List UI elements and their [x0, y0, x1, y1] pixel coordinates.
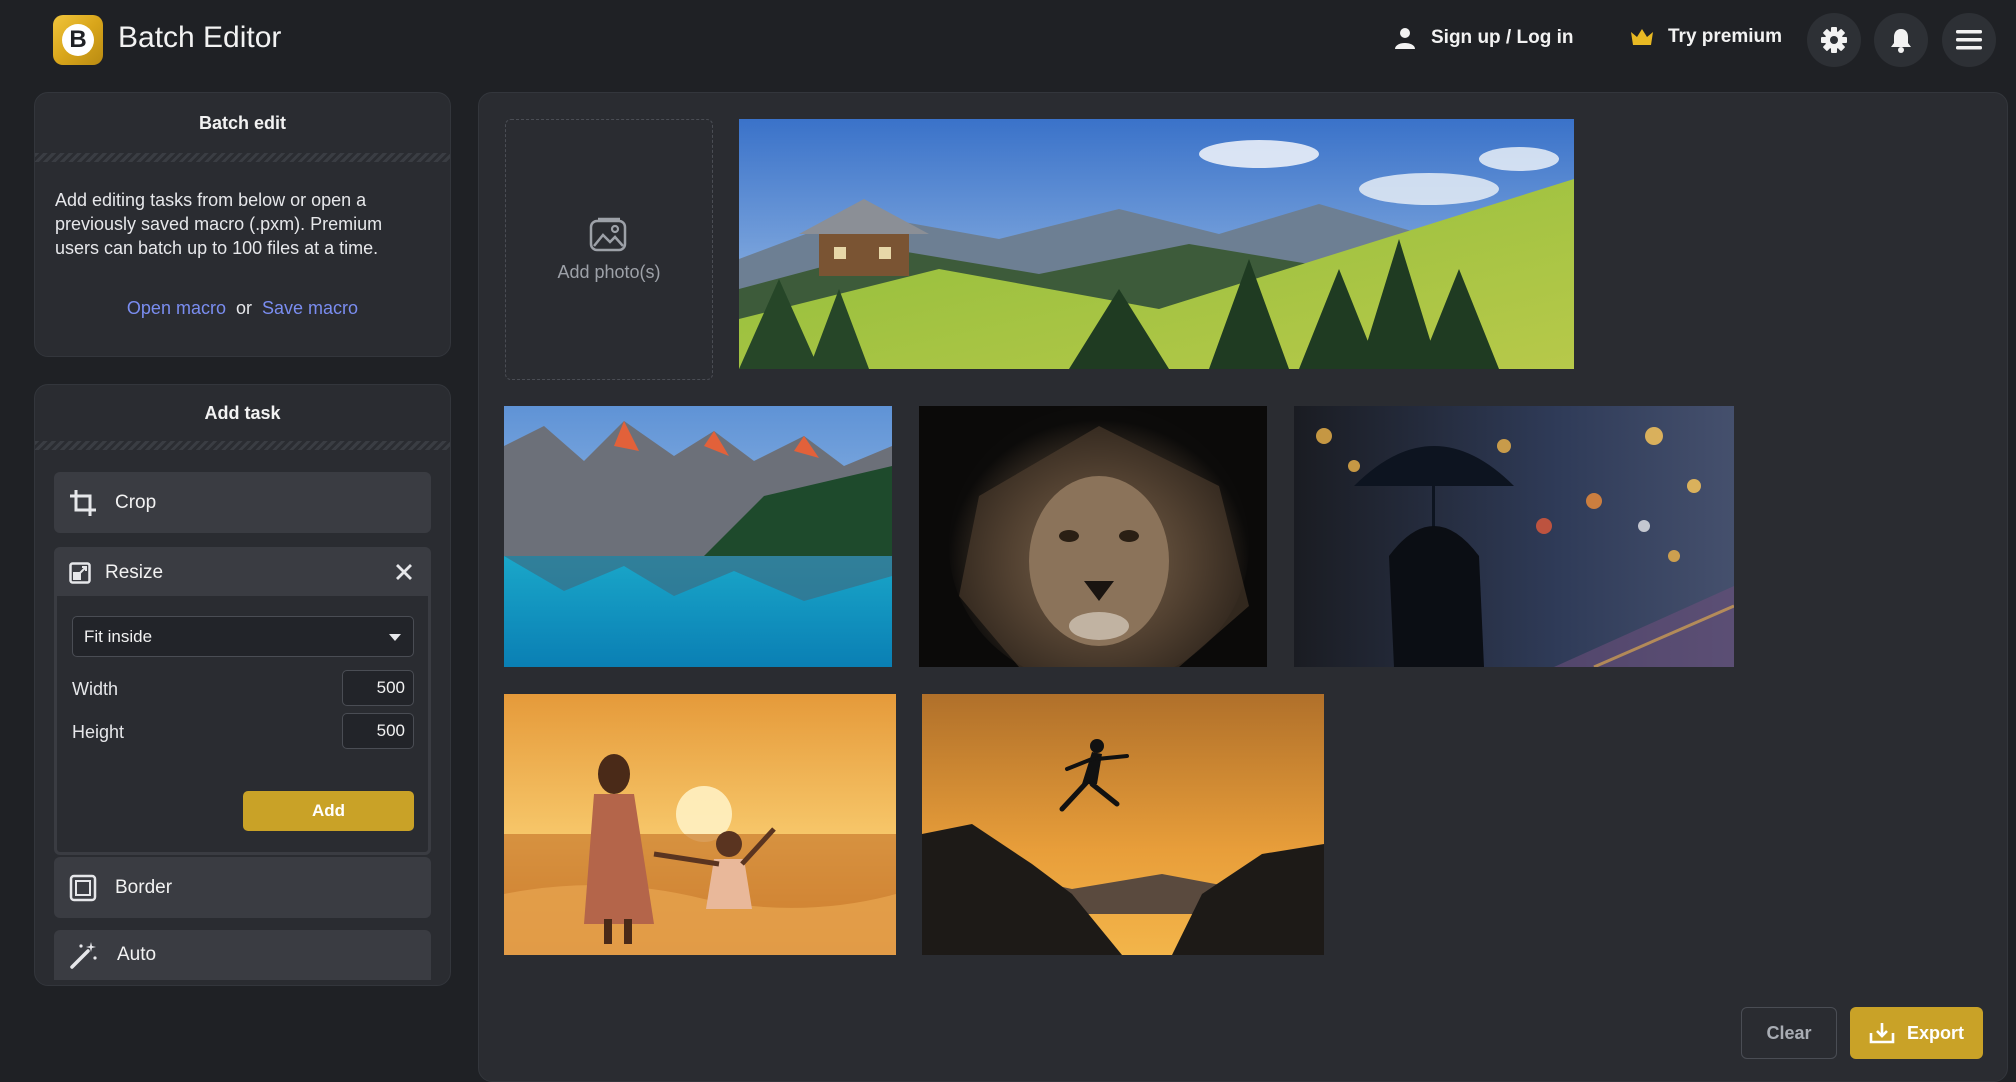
try-premium-label: Try premium: [1668, 26, 1783, 47]
height-input[interactable]: [342, 713, 414, 749]
photo-umbrella-night-street[interactable]: [1294, 406, 1734, 667]
hamburger-icon: [1956, 30, 1982, 50]
add-photo-icon: [589, 217, 627, 252]
photo-mother-child-beach-sunset[interactable]: [504, 694, 896, 955]
crown-icon: [1631, 29, 1653, 45]
task-resize-label: Resize: [105, 562, 164, 583]
export-icon: [1869, 1023, 1895, 1044]
batch-edit-title: Batch edit: [198, 112, 286, 133]
add-task-panel: Add task Crop Resize Fit inside Width 50…: [34, 384, 451, 986]
chevron-down-icon: [389, 634, 401, 641]
batch-edit-description: Add editing tasks from below or open a p…: [55, 190, 383, 258]
menu-button[interactable]: [1942, 13, 1996, 67]
user-icon: [1395, 28, 1415, 49]
notifications-button[interactable]: [1874, 13, 1928, 67]
crop-icon: [70, 489, 96, 516]
photo-workspace: Add photo(s) Clear Export: [478, 92, 2008, 1082]
height-label: Height: [72, 722, 125, 742]
resize-mode-value: Fit inside: [84, 626, 153, 646]
add-photos-button[interactable]: Add photo(s): [505, 119, 713, 380]
panel-divider: [35, 153, 450, 162]
task-auto[interactable]: Auto: [54, 930, 431, 980]
photo-lion[interactable]: [919, 406, 1267, 667]
batch-edit-panel: Batch edit Add editing tasks from below …: [34, 92, 451, 357]
task-resize-header[interactable]: Resize: [57, 550, 428, 596]
signup-login-button[interactable]: Sign up / Log in: [1393, 26, 1573, 50]
resize-icon: [69, 562, 91, 584]
add-photos-label: Add photo(s): [557, 262, 661, 282]
gear-icon: [1821, 27, 1847, 53]
photo-mountain-chalet[interactable]: [739, 119, 1574, 369]
task-auto-label: Auto: [117, 944, 157, 965]
save-macro-link[interactable]: Save macro: [262, 298, 358, 318]
add-task-button[interactable]: Add: [243, 791, 414, 831]
add-task-title: Add task: [204, 402, 281, 423]
settings-button[interactable]: [1807, 13, 1861, 67]
signup-login-label: Sign up / Log in: [1431, 27, 1574, 48]
macro-row: Open macro or Save macro: [35, 298, 450, 319]
top-bar: B Batch Editor Sign up / Log in Try prem…: [0, 0, 2016, 82]
app-logo[interactable]: B: [53, 15, 103, 65]
panel-divider: [35, 441, 450, 450]
border-icon: [69, 874, 97, 901]
export-label: Export: [1906, 1022, 1964, 1043]
close-icon[interactable]: [394, 562, 414, 582]
task-border[interactable]: Border: [54, 857, 431, 918]
width-label: Width: [72, 679, 119, 699]
try-premium-button[interactable]: Try premium: [1630, 26, 1782, 48]
clear-button[interactable]: Clear: [1741, 1007, 1837, 1059]
task-crop-label: Crop: [115, 491, 157, 513]
magic-wand-icon: [70, 942, 97, 969]
task-border-label: Border: [115, 876, 173, 898]
task-crop[interactable]: Crop: [54, 472, 431, 533]
bell-icon: [1891, 29, 1911, 53]
app-title: Batch Editor: [118, 21, 282, 54]
open-macro-link[interactable]: Open macro: [127, 298, 226, 318]
export-button[interactable]: Export: [1850, 1007, 1983, 1059]
photo-runner-jump-sunset[interactable]: [922, 694, 1324, 955]
macro-or-text: or: [235, 298, 252, 318]
photo-mountain-lake[interactable]: [504, 406, 892, 667]
task-resize-panel: Resize Fit inside Width Height Add: [54, 547, 431, 855]
width-input[interactable]: [342, 670, 414, 706]
logo-letter: B: [62, 24, 94, 56]
resize-mode-select[interactable]: Fit inside: [72, 616, 414, 657]
